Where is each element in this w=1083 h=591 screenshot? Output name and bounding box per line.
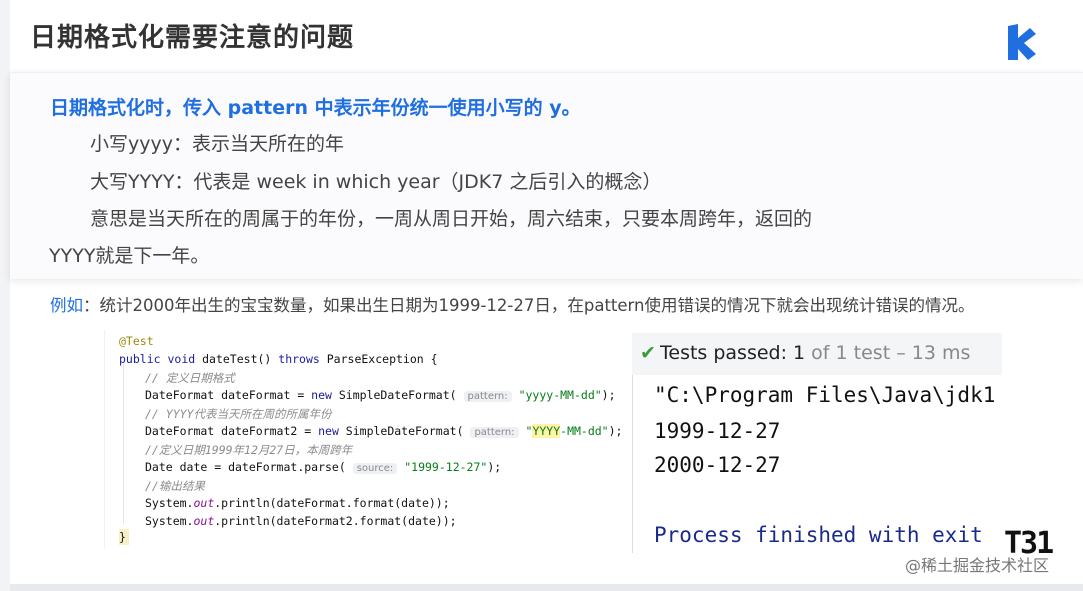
example-body: ：统计2000年出生的宝宝数量，如果出生日期为1999-12-27日，在patt… bbox=[83, 296, 975, 315]
console-command-line: "C:\Program Files\Java\jdk1 bbox=[654, 383, 996, 407]
check-icon: ✔ bbox=[640, 342, 656, 364]
param-hint-source: source: bbox=[352, 463, 398, 474]
code-comment-3: //定义日期1999年12月27日，本周跨年 bbox=[145, 443, 353, 457]
param-hint-pattern-2: pattern: bbox=[470, 427, 519, 438]
code-comment-4: //输出结果 bbox=[145, 479, 205, 493]
highlight-YYYY: YYYY bbox=[532, 424, 561, 438]
callout-line-uppercase: 大写YYYY：代表是 week in which year（JDK7 之后引入的… bbox=[90, 171, 662, 193]
callout-line-meaning: 意思是当天所在的周属于的年份，一周从周日开始，周六结束，只要本周跨年，返回的 bbox=[90, 208, 813, 230]
console-output-1: 1999-12-27 bbox=[654, 419, 781, 443]
page-title: 日期格式化需要注意的问题 bbox=[30, 23, 355, 53]
code-comment-2: // YYYY代表当天所在周的所属年份 bbox=[145, 407, 332, 421]
watermark-site: @稀土掘金技术社区 bbox=[905, 556, 1050, 575]
code-line-println-1: System.out.println(dateFormat.format(dat… bbox=[145, 496, 450, 510]
console-process-finished: Process finished with exit bbox=[654, 523, 983, 547]
console-divider bbox=[632, 375, 633, 553]
callout-headline: 日期格式化时，传入 pattern 中表示年份统一使用小写的 y。 bbox=[50, 97, 581, 119]
callout-line-lowercase: 小写yyyy：表示当天所在的年 bbox=[90, 133, 344, 155]
code-line-annotation: @Test bbox=[119, 334, 154, 348]
param-hint-pattern: pattern: bbox=[463, 391, 512, 402]
tests-passed-status: ✔ Tests passed: 1 of 1 test – 13 ms bbox=[640, 342, 971, 364]
bottom-divider bbox=[10, 584, 1083, 591]
code-line-parse: Date date = dateFormat.parse( source: "1… bbox=[145, 460, 502, 474]
code-line-dateformat2: DateFormat dateFormat2 = new SimpleDateF… bbox=[145, 424, 623, 438]
example-text: 例如：统计2000年出生的宝宝数量，如果出生日期为1999-12-27日，在pa… bbox=[50, 292, 975, 316]
callout-line-meaning-cont: YYYY就是下一年。 bbox=[49, 245, 210, 267]
code-comment-1: // 定义日期格式 bbox=[145, 371, 235, 385]
test-result-header: ✔ Tests passed: 1 of 1 test – 13 ms bbox=[632, 333, 1002, 375]
note-callout: 日期格式化时，传入 pattern 中表示年份统一使用小写的 y。 小写yyyy… bbox=[10, 72, 1083, 279]
console-output-2: 2000-12-27 bbox=[654, 453, 781, 477]
indent-guide bbox=[123, 360, 124, 524]
run-output-panel: ✔ Tests passed: 1 of 1 test – 13 ms "C:\P… bbox=[632, 333, 1002, 553]
k-logo-icon bbox=[1008, 24, 1036, 60]
code-line-close: } bbox=[119, 530, 126, 544]
example-keyword: 例如 bbox=[50, 296, 83, 315]
code-editor: @Test public void dateTest() throws Pars… bbox=[104, 330, 630, 549]
code-line-dateformat: DateFormat dateFormat = new SimpleDateFo… bbox=[145, 388, 616, 402]
code-line-method: public void dateTest() throws ParseExcep… bbox=[119, 352, 438, 366]
code-line-println-2: System.out.println(dateFormat2.format(da… bbox=[145, 514, 457, 528]
